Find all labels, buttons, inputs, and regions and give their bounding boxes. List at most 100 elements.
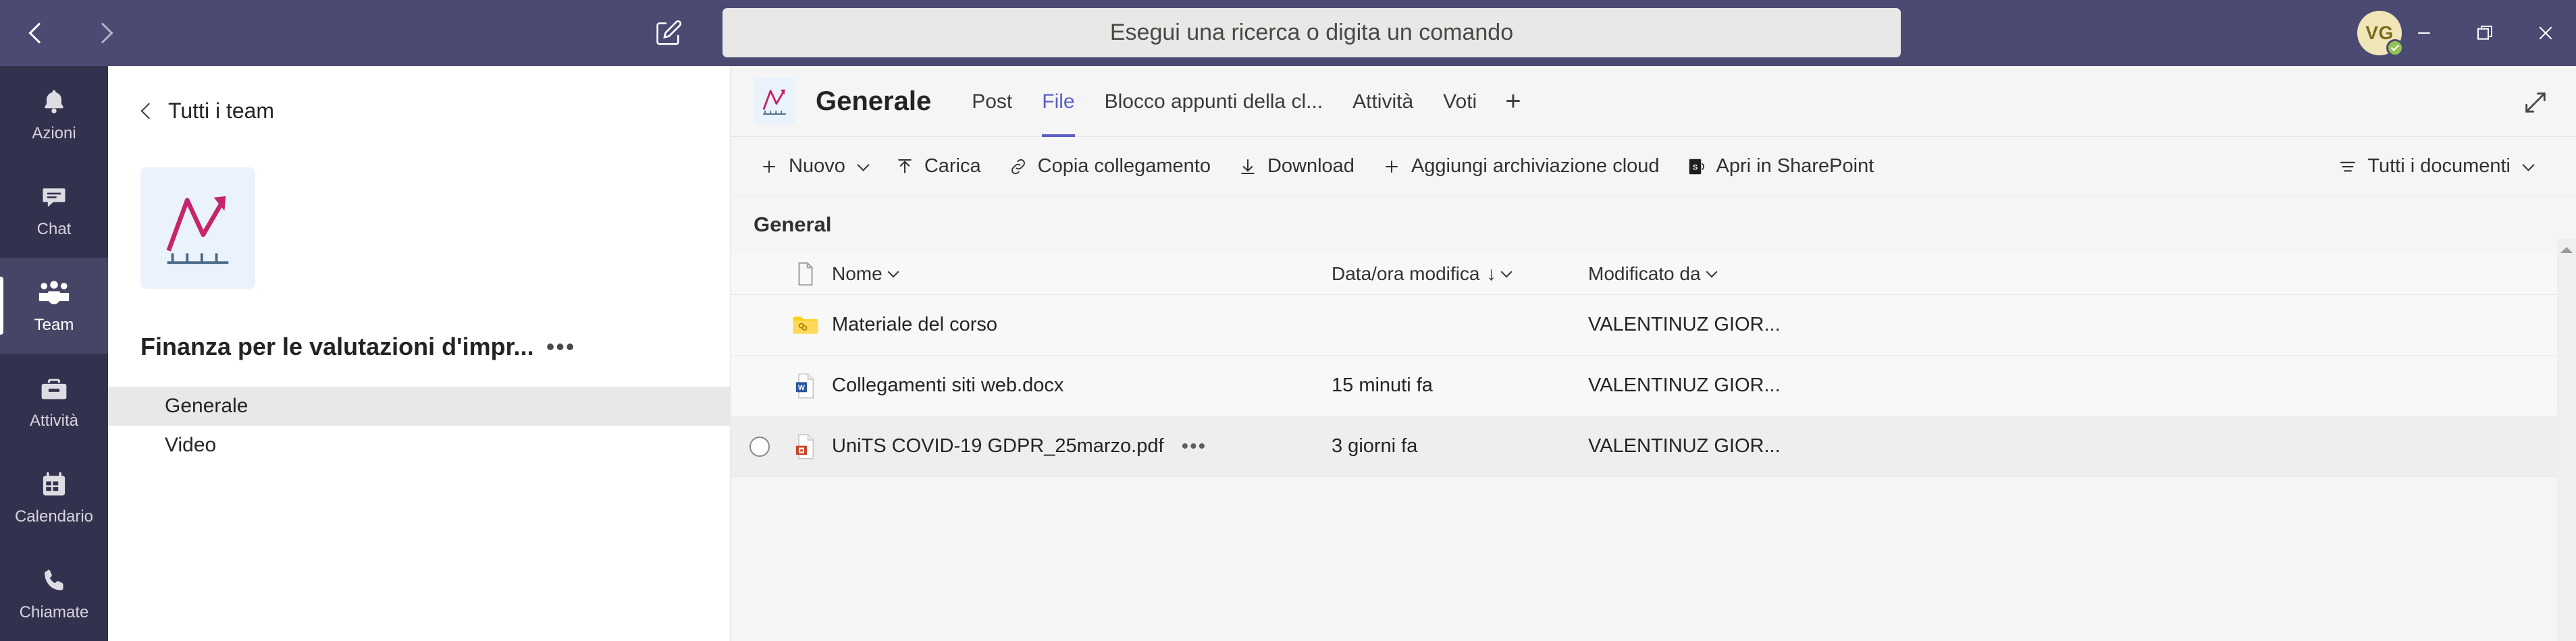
add-cloud-storage-button[interactable]: Aggiungi archiviazione cloud <box>1368 147 1673 186</box>
sidebar-item-label: Chiamate <box>19 603 89 621</box>
close-button[interactable] <box>2515 0 2576 66</box>
tab-voti[interactable]: Voti <box>1428 66 1492 137</box>
file-name: UniTS COVID-19 GDPR_25marzo.pdf <box>832 435 1164 457</box>
upload-button[interactable]: Carica <box>881 147 995 186</box>
chevron-right-icon <box>92 22 113 44</box>
sidebar-item-label: Chat <box>36 219 72 238</box>
sidebar-item-chiamate[interactable]: Chiamate <box>0 545 108 641</box>
sidebar-item-label: Azioni <box>32 123 76 142</box>
svg-text:S: S <box>1692 163 1698 171</box>
row-select-circle-icon[interactable] <box>750 436 770 457</box>
name-column-header[interactable]: Nome <box>832 263 1332 285</box>
row-name-cell[interactable]: Materiale del corso <box>832 314 1332 336</box>
chevron-down-icon <box>1706 266 1718 278</box>
team-name: Finanza per le valutazioni d'impr... <box>140 333 534 360</box>
table-header-row: Nome Data/ora modifica ↓ Modificato da <box>731 253 2576 295</box>
sidebar-item-team[interactable]: Team <box>0 258 108 354</box>
modified-column-label: Data/ora modifica <box>1332 262 1480 284</box>
file-toolbar: Nuovo Carica Copia collegamento Download <box>731 137 2576 196</box>
open-in-sharepoint-button[interactable]: S Apri in SharePoint <box>1673 147 1888 186</box>
modified-by-column-header[interactable]: Modificato da <box>1588 263 1939 285</box>
scroll-up-arrow[interactable] <box>2560 247 2573 253</box>
download-label: Download <box>1267 155 1355 177</box>
sharepoint-icon: S <box>1689 159 1704 174</box>
channel-item-generale[interactable]: Generale <box>108 387 730 426</box>
upload-icon <box>898 159 912 173</box>
tab-label: Blocco appunti della cl... <box>1104 90 1323 113</box>
table-row[interactable]: UniTS COVID-19 GDPR_25marzo.pdf ••• 3 gi… <box>731 416 2576 477</box>
sidebar-item-attivita[interactable]: Attività <box>0 354 108 449</box>
new-button[interactable]: Nuovo <box>745 147 881 186</box>
more-options-icon[interactable]: ••• <box>546 335 576 358</box>
vertical-scrollbar[interactable] <box>2557 239 2576 641</box>
compose-button[interactable] <box>648 13 687 53</box>
phone-icon <box>39 565 69 597</box>
all-documents-view-button[interactable]: Tutti i documenti <box>2324 147 2546 186</box>
chevron-down-icon <box>857 158 870 171</box>
sort-descending-icon: ↓ <box>1486 262 1496 284</box>
row-name-cell[interactable]: UniTS COVID-19 GDPR_25marzo.pdf ••• <box>832 435 1332 457</box>
modified-column-header[interactable]: Data/ora modifica ↓ <box>1332 263 1588 285</box>
row-file-icon-cell <box>779 433 832 460</box>
table-row[interactable]: W Collegamenti siti web.docx 15 minuti f… <box>731 356 2576 416</box>
row-select-cell[interactable] <box>740 436 779 457</box>
chevron-down-icon <box>887 266 899 278</box>
briefcase-icon <box>39 373 69 406</box>
tab-attivita[interactable]: Attività <box>1338 66 1428 137</box>
tab-label: Attività <box>1352 90 1414 113</box>
growth-chart-icon <box>166 196 229 264</box>
bell-icon <box>39 86 69 118</box>
content-area: Generale Post File Blocco appunti della … <box>731 66 2576 641</box>
row-modified-by-cell: VALENTINUZ GIOR... <box>1588 314 1781 335</box>
expand-arrows-icon <box>2525 92 2546 113</box>
tab-label: File <box>1042 90 1075 113</box>
search-placeholder: Esegui una ricerca o digita un comando <box>1109 20 1514 45</box>
row-modified-by-cell: VALENTINUZ GIOR... <box>1588 435 1781 457</box>
channel-item-video[interactable]: Video <box>108 426 730 465</box>
teams-people-icon <box>38 277 70 310</box>
breadcrumb-current: General <box>754 213 832 236</box>
page-title: Generale <box>816 86 932 116</box>
row-modified-cell: 3 giorni fa <box>1332 435 1418 457</box>
download-button[interactable]: Download <box>1224 147 1368 186</box>
restore-button[interactable] <box>2454 0 2515 66</box>
window-controls <box>2394 0 2576 66</box>
forward-button[interactable] <box>78 9 127 57</box>
name-column-label: Nome <box>832 262 883 284</box>
link-icon <box>1011 159 1025 174</box>
row-name-cell[interactable]: Collegamenti siti web.docx <box>832 374 1332 397</box>
add-tab-button[interactable]: + <box>1492 86 1534 117</box>
restore-icon <box>2477 26 2492 40</box>
list-view-icon <box>2340 161 2356 171</box>
chevron-down-icon <box>2522 158 2535 171</box>
close-icon <box>2539 26 2552 40</box>
file-type-column-header[interactable] <box>779 261 832 287</box>
view-selector-group: Tutti i documenti <box>2324 147 2546 186</box>
back-button[interactable] <box>15 9 63 57</box>
search-bar[interactable]: Esegui una ricerca o digita un comando <box>722 8 1901 57</box>
row-more-options-icon[interactable]: ••• <box>1182 437 1207 457</box>
sidebar-item-azioni[interactable]: Azioni <box>0 66 108 162</box>
table-row[interactable]: Materiale del corso VALENTINUZ GIOR... <box>731 295 2576 356</box>
chat-icon <box>39 182 69 214</box>
pdf-icon <box>795 434 814 459</box>
copy-link-label: Copia collegamento <box>1037 155 1211 177</box>
file-name: Materiale del corso <box>832 314 997 335</box>
word-doc-icon: W <box>795 373 814 398</box>
expand-button[interactable] <box>2521 88 2550 117</box>
row-file-icon-cell <box>779 314 832 337</box>
tab-label: Post <box>972 90 1013 113</box>
tab-post[interactable]: Post <box>957 66 1027 137</box>
chevron-left-icon <box>28 22 50 44</box>
breadcrumb[interactable]: General <box>731 196 2576 253</box>
tab-blocco-appunti[interactable]: Blocco appunti della cl... <box>1090 66 1338 137</box>
chevron-down-icon <box>1500 266 1513 278</box>
sidebar-item-chat[interactable]: Chat <box>0 162 108 258</box>
all-teams-back-link[interactable]: Tutti i team <box>108 66 730 123</box>
sidebar-item-calendario[interactable]: Calendario <box>0 449 108 545</box>
minimize-button[interactable] <box>2394 0 2454 66</box>
all-documents-label: Tutti i documenti <box>2367 155 2511 177</box>
tab-file[interactable]: File <box>1027 66 1089 137</box>
chevron-left-icon <box>140 103 157 119</box>
copy-link-button[interactable]: Copia collegamento <box>995 147 1224 186</box>
